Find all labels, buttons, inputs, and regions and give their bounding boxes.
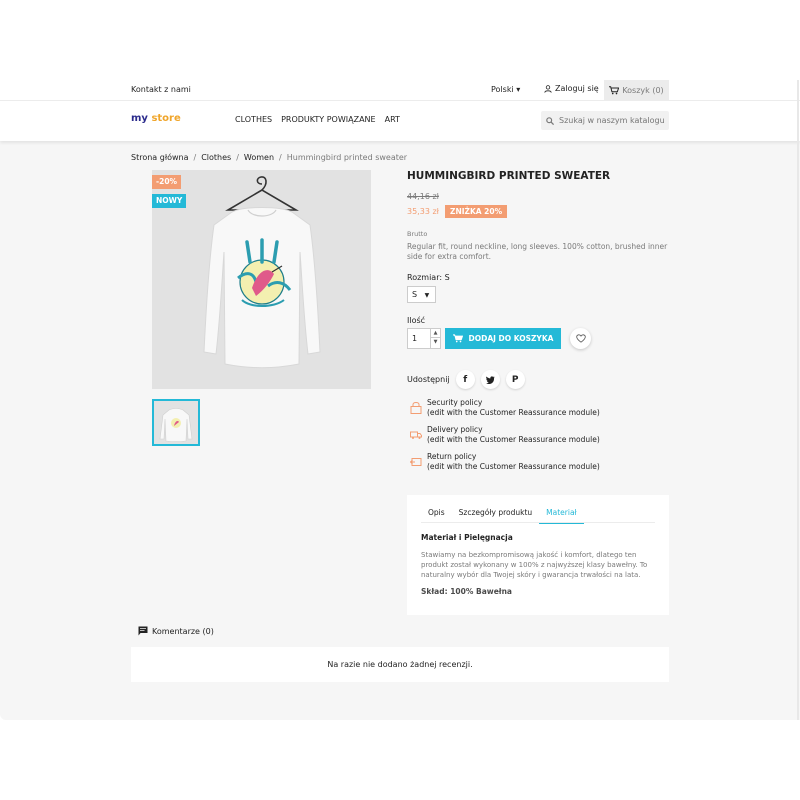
user-icon [544, 84, 552, 93]
reassurance-delivery: Delivery policy (edit with the Customer … [410, 425, 600, 445]
heart-icon [575, 334, 586, 343]
wishlist-button[interactable] [570, 328, 591, 349]
breadcrumb-clothes[interactable]: Clothes [201, 153, 231, 162]
quantity-spinner: ▲ ▼ [430, 329, 440, 348]
no-reviews-message: Na razie nie dodano żadnej recenzji. [327, 660, 473, 669]
reassurance-title: Return policy [427, 452, 477, 461]
nav-item-clothes[interactable]: CLOTHES [235, 115, 272, 124]
cart-button[interactable]: Koszyk (0) [604, 80, 669, 101]
reassurance-return: Return policy (edit with the Customer Re… [410, 452, 600, 472]
new-flag: NOWY [152, 194, 187, 208]
nav-item-related-products[interactable]: PRODUKTY POWIĄZANE [281, 115, 376, 124]
language-selector[interactable]: Polski ▾ [491, 85, 520, 94]
lock-icon [410, 401, 422, 414]
chevron-down-icon: ▼ [424, 292, 430, 299]
login-link[interactable]: Zaloguj się [544, 84, 599, 93]
breadcrumb-separator: / [193, 153, 197, 162]
facebook-share-button[interactable]: f [455, 370, 475, 389]
breadcrumb-current: Hummingbird printed sweater [286, 153, 408, 162]
tab-content-body: Stawiamy na bezkompromisową jakość i kom… [421, 551, 648, 579]
logo-part-store: store [151, 113, 181, 124]
breadcrumb: Strona główna / Clothes / Women / Hummin… [131, 153, 407, 162]
cart-icon [452, 334, 463, 343]
reassurance-subtitle: (edit with the Customer Reassurance modu… [427, 435, 600, 444]
add-to-cart-button[interactable]: DODAJ DO KOSZYKA [445, 328, 561, 349]
scrollbar-track[interactable] [797, 80, 799, 720]
share-label: Udostępnij [407, 375, 450, 384]
breadcrumb-separator: / [279, 153, 282, 162]
size-label: Rozmiar: S [407, 273, 450, 282]
thumbnail-image [159, 408, 193, 443]
nav-item-art[interactable]: ART [385, 115, 400, 124]
truck-icon [410, 431, 422, 439]
login-label: Zaloguj się [555, 84, 599, 93]
pinterest-icon: P [511, 374, 519, 385]
reassurance-title: Delivery policy [427, 425, 483, 434]
comments-empty-box: Na razie nie dodano żadnej recenzji. [131, 647, 669, 682]
breadcrumb-home[interactable]: Strona główna [131, 153, 189, 162]
page-frame: Kontakt z nami Polski ▾ Zaloguj się Kosz… [0, 80, 800, 720]
store-logo[interactable]: my store [131, 113, 181, 124]
discount-badge: ZNIŻKA 20% [445, 205, 508, 218]
return-icon [410, 458, 422, 466]
comment-icon [138, 626, 148, 636]
facebook-icon: f [463, 374, 468, 385]
reassurance-security: Security policy (edit with the Customer … [410, 398, 600, 418]
contact-link[interactable]: Kontakt z nami [131, 85, 191, 94]
cart-icon [609, 86, 620, 95]
chevron-up-icon[interactable]: ▲ [431, 329, 440, 338]
regular-price: 44,16 zł [407, 192, 439, 201]
product-tabs-panel: Opis Szczegóły produktu Materiał Materia… [407, 495, 669, 615]
main-nav: CLOTHES PRODUKTY POWIĄZANE ART [235, 115, 400, 124]
logo-part-my: my [131, 113, 148, 124]
quantity-value[interactable]: 1 [412, 334, 417, 343]
twitter-icon [485, 375, 495, 384]
twitter-share-button[interactable] [480, 370, 500, 389]
product-description: Regular fit, round neckline, long sleeve… [407, 242, 668, 261]
tax-label: Brutto [407, 230, 428, 238]
reassurance-subtitle: (edit with the Customer Reassurance modu… [427, 462, 600, 471]
breadcrumb-women[interactable]: Women [244, 153, 274, 162]
tabs-divider [421, 522, 655, 523]
search-box [541, 111, 669, 130]
current-price: 35,33 zł [407, 207, 439, 216]
share-row: Udostępnij f P [407, 370, 525, 389]
size-value: S [412, 290, 418, 299]
discount-flag: -20% [152, 175, 182, 189]
size-select[interactable]: S ▼ [407, 286, 436, 303]
product-thumbnail[interactable] [152, 399, 200, 446]
quantity-stepper[interactable]: 1 ▲ ▼ [407, 328, 441, 349]
chevron-down-icon[interactable]: ▼ [431, 338, 440, 347]
quantity-label: Ilość [407, 316, 426, 325]
reassurance-subtitle: (edit with the Customer Reassurance modu… [427, 408, 600, 417]
tab-composition: Skład: 100% Bawełna [421, 587, 512, 596]
product-title: HUMMINGBIRD PRINTED SWEATER [407, 170, 611, 182]
main-header: my store CLOTHES PRODUKTY POWIĄZANE ART [0, 101, 800, 141]
breadcrumb-separator: / [236, 153, 239, 162]
comments-title: Komentarze (0) [152, 626, 214, 636]
reassurance-title: Security policy [427, 398, 483, 407]
search-input[interactable] [559, 116, 669, 125]
chevron-down-icon: ▾ [516, 85, 521, 94]
add-to-cart-label: DODAJ DO KOSZYKA [468, 334, 554, 343]
cart-label: Koszyk (0) [622, 86, 664, 95]
tab-content-title: Materiał i Pielęgnacja [421, 533, 513, 542]
search-icon[interactable] [546, 116, 554, 125]
comments-header: Komentarze (0) [138, 626, 214, 636]
pinterest-share-button[interactable]: P [505, 370, 525, 389]
language-label: Polski [491, 85, 514, 94]
top-bar: Kontakt z nami Polski ▾ Zaloguj się Kosz… [0, 80, 800, 101]
